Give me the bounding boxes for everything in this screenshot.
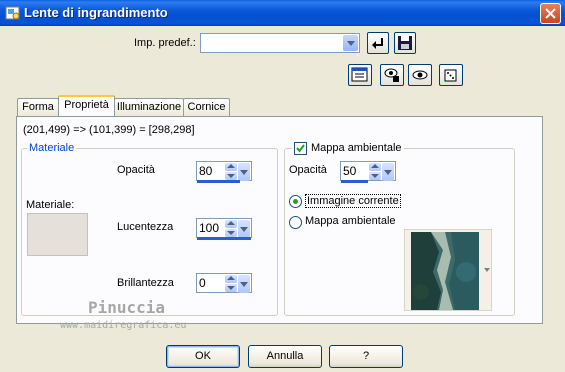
- preview-dropdown-icon[interactable]: [484, 268, 490, 272]
- floppy-disk-icon: [398, 36, 412, 50]
- randomize-button[interactable]: [439, 64, 463, 86]
- eye-icon: [412, 70, 428, 80]
- list-icon: [351, 67, 368, 82]
- chevron-down-icon[interactable]: [238, 220, 250, 238]
- opacita-value: 80: [199, 164, 213, 178]
- ambientale-opacita-level-bar: [341, 180, 368, 183]
- spin-up-icon[interactable]: [369, 163, 381, 171]
- environment-map-image: [411, 232, 479, 310]
- opacita-stepper[interactable]: 80: [196, 161, 252, 183]
- mappa-ambientale-checkbox[interactable]: [294, 142, 307, 155]
- edit-preset-button[interactable]: [348, 64, 372, 86]
- preview-toggle-button[interactable]: [408, 64, 432, 86]
- chevron-down-icon[interactable]: [238, 163, 250, 181]
- tab-proprieta[interactable]: Proprietà: [58, 95, 115, 116]
- brillantezza-stepper[interactable]: 0: [196, 273, 252, 293]
- lucentezza-stepper[interactable]: 100: [196, 218, 252, 240]
- ambientale-opacita-stepper[interactable]: 50: [340, 161, 396, 183]
- dice-icon: [444, 69, 457, 82]
- watermark-site: www.maidiregrafica.eu: [60, 320, 187, 331]
- lucentezza-label: Lucentezza: [117, 221, 174, 233]
- opacita-level-bar: [197, 180, 241, 183]
- spin-down-icon[interactable]: [225, 229, 237, 237]
- watermark-name: Pinuccia: [88, 298, 166, 317]
- reset-arrow-icon: [372, 38, 383, 49]
- chevron-down-icon[interactable]: [382, 163, 394, 181]
- brillantezza-label: Brillantezza: [117, 277, 174, 289]
- checkmark-icon: [296, 144, 305, 153]
- reset-preset-button[interactable]: [367, 32, 389, 54]
- help-button[interactable]: ?: [329, 345, 403, 368]
- environment-map-preview[interactable]: [404, 229, 492, 311]
- preset-label: Imp. predef.:: [134, 37, 196, 49]
- eye-lock-icon: [384, 68, 399, 82]
- tab-cornice[interactable]: Cornice: [183, 98, 230, 116]
- preset-dropdown[interactable]: [200, 33, 360, 53]
- radio-mappa-ambientale-label[interactable]: Mappa ambientale: [305, 215, 396, 227]
- title-bar: Lente di ingrandimento: [0, 0, 565, 26]
- brillantezza-value: 0: [199, 276, 206, 290]
- spin-up-icon[interactable]: [225, 220, 237, 228]
- coordinates-readout: (201,499) => (101,399) = [298,298]: [23, 124, 195, 136]
- mappa-ambientale-checkbox-label[interactable]: Mappa ambientale: [311, 142, 402, 154]
- spin-up-icon[interactable]: [225, 163, 237, 171]
- spin-down-icon[interactable]: [369, 172, 381, 180]
- tab-illuminazione[interactable]: Illuminazione: [114, 98, 184, 116]
- close-button[interactable]: [540, 3, 561, 24]
- radio-immagine-corrente-label[interactable]: Immagine corrente: [305, 194, 401, 208]
- lucentezza-value: 100: [199, 221, 220, 235]
- cancel-button[interactable]: Annulla: [248, 345, 322, 368]
- radio-mappa-ambientale[interactable]: [289, 216, 302, 229]
- lucentezza-level-bar: [197, 237, 251, 240]
- tab-forma[interactable]: Forma: [17, 98, 59, 116]
- spin-up-icon[interactable]: [225, 275, 237, 283]
- close-icon: [545, 8, 556, 19]
- ambientale-opacita-value: 50: [343, 164, 357, 178]
- ambientale-opacita-label: Opacità: [289, 164, 327, 176]
- app-icon: [5, 5, 21, 21]
- materiale-group-label: Materiale: [27, 142, 77, 154]
- material-swatch[interactable]: [27, 213, 88, 256]
- save-preset-button[interactable]: [394, 32, 416, 54]
- ok-button[interactable]: OK: [166, 345, 240, 368]
- randomize-view-button[interactable]: [380, 64, 404, 86]
- spin-down-icon[interactable]: [225, 172, 237, 180]
- spin-down-icon[interactable]: [225, 284, 237, 292]
- materiale-label: Materiale:: [26, 199, 75, 211]
- radio-immagine-corrente[interactable]: [289, 195, 302, 208]
- chevron-down-icon[interactable]: [238, 275, 250, 293]
- opacita-label: Opacità: [117, 164, 155, 176]
- window-title: Lente di ingrandimento: [24, 5, 168, 20]
- chevron-down-icon[interactable]: [343, 35, 358, 51]
